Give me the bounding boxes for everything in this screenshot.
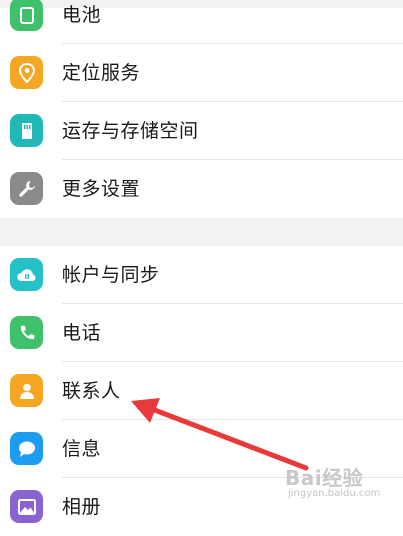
settings-item-battery[interactable]: 电池: [0, 0, 403, 44]
wrench-icon: [10, 172, 43, 205]
settings-item-label: 定位服务: [62, 62, 141, 84]
settings-item-location[interactable]: 定位服务: [0, 44, 403, 102]
contacts-icon: [10, 374, 43, 407]
gallery-icon: [10, 490, 43, 523]
location-icon: [10, 56, 43, 89]
settings-item-more-settings[interactable]: 更多设置: [0, 160, 403, 218]
settings-item-account-sync[interactable]: 帐户与同步: [0, 246, 403, 304]
settings-item-label: 相册: [62, 496, 102, 518]
watermark-brand: Bai经验: [285, 466, 364, 490]
settings-item-contacts[interactable]: 联系人: [0, 362, 403, 420]
section-gap: [0, 218, 403, 246]
settings-item-label: 信息: [62, 438, 102, 460]
watermark-url: jingyan.baidu.com: [288, 488, 381, 499]
settings-item-label: 运存与存储空间: [62, 120, 199, 142]
settings-item-label: 帐户与同步: [62, 264, 160, 286]
settings-item-label: 联系人: [62, 380, 121, 402]
message-icon: [10, 432, 43, 465]
settings-item-label: 电话: [62, 322, 102, 344]
battery-icon: [10, 0, 43, 31]
storage-icon: [10, 114, 43, 147]
settings-item-phone[interactable]: 电话: [0, 304, 403, 362]
settings-item-storage[interactable]: 运存与存储空间: [0, 102, 403, 160]
phone-icon: [10, 316, 43, 349]
settings-item-label: 更多设置: [62, 178, 141, 200]
cloud-sync-icon: [10, 258, 43, 291]
settings-item-label: 电池: [62, 4, 102, 26]
